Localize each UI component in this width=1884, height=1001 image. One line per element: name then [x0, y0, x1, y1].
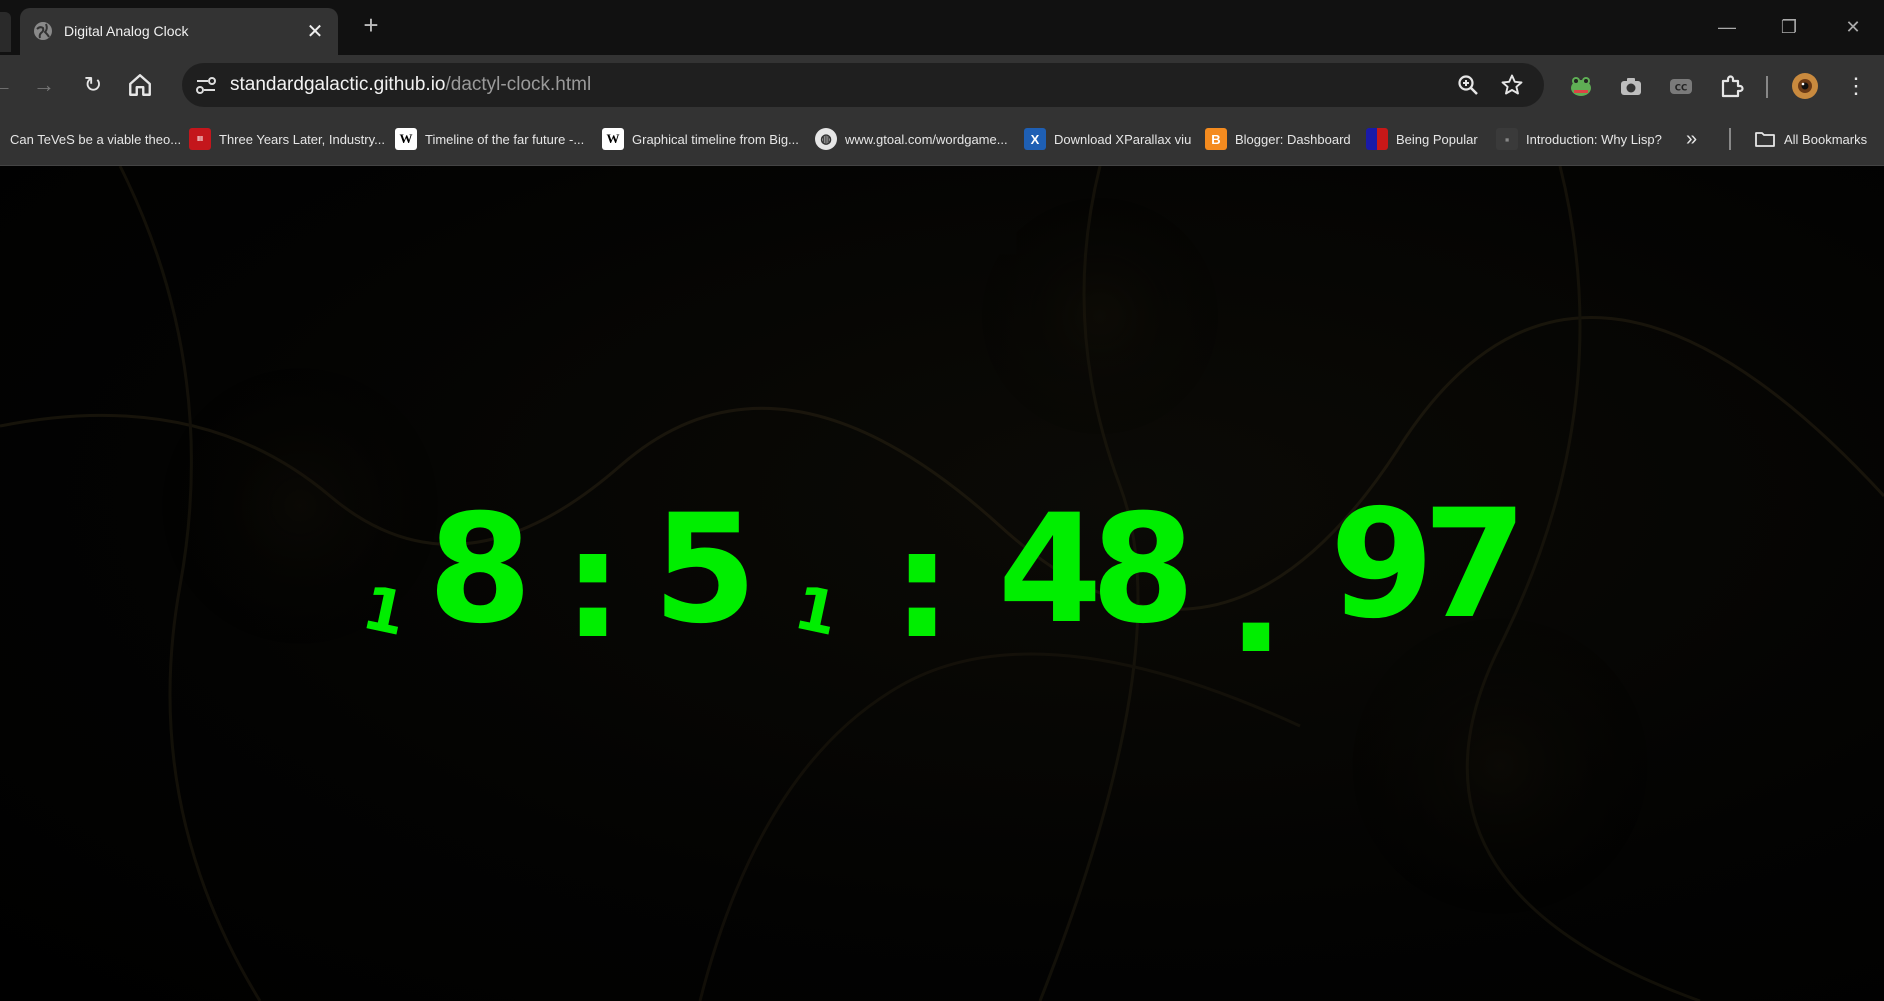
puzzle-extensions-icon[interactable] [1718, 73, 1744, 99]
all-bookmarks-label: All Bookmarks [1784, 131, 1868, 147]
clock-digit: 7 [1423, 478, 1527, 652]
blogger-icon: B [1205, 128, 1227, 150]
browser-chrome: Digital Analog Clock ✕ + — ❐ ✕ ← → ↻ sta… [0, 0, 1884, 166]
tab-title: Digital Analog Clock [64, 23, 189, 39]
toolbar: ← → ↻ standardgalactic.github.io/dactyl-… [0, 55, 1884, 113]
all-bookmarks-button[interactable]: All Bookmarks [1754, 127, 1867, 151]
folder-icon [1755, 132, 1775, 147]
lisp-icon: ▪ [1496, 128, 1518, 150]
bookmark-label: www.gtoal.com/wordgame... [845, 131, 1008, 147]
previous-tab-edge[interactable] [0, 12, 11, 52]
bookmarks-divider [1729, 128, 1731, 150]
cc-extension-icon[interactable]: CC [1668, 73, 1694, 99]
bookmark-item[interactable]: W Graphical timeline from Big... [602, 127, 799, 151]
chevron-double-right-icon[interactable]: » [1686, 127, 1697, 151]
url-text[interactable]: standardgalactic.github.io/dactyl-clock.… [230, 63, 591, 107]
bookmark-label: Being Popular [1396, 131, 1478, 147]
clock-digit: 8 [1091, 483, 1195, 657]
tab-strip: Digital Analog Clock ✕ + — ❐ ✕ [0, 0, 1884, 55]
url-host: standardgalactic.github.io [230, 74, 446, 95]
clock-time: 1 8:5 1:48. 97 [356, 478, 1527, 687]
back-arrow-icon[interactable]: ← [0, 69, 18, 101]
close-icon[interactable]: ✕ [302, 19, 328, 45]
svg-text:CC: CC [1675, 84, 1687, 94]
address-bar[interactable]: standardgalactic.github.io/dactyl-clock.… [182, 63, 1544, 107]
bookmark-label: Download XParallax viu [1054, 131, 1192, 147]
clock-decimal-point: . [1228, 513, 1285, 687]
restore-icon[interactable]: ❐ [1766, 10, 1812, 44]
clock-digit: 8 [428, 483, 532, 657]
site-info-icon[interactable] [194, 73, 218, 97]
bookmark-label: Introduction: Why Lisp? [1526, 131, 1662, 147]
bookmark-item[interactable]: X Download XParallax viu [1024, 127, 1191, 151]
window-close-icon[interactable]: ✕ [1830, 10, 1876, 44]
bookmarks-bar: Can TeVeS be a viable theo... III Three … [0, 113, 1884, 166]
plus-icon[interactable]: + [356, 11, 386, 41]
forward-arrow-icon[interactable]: → [28, 69, 60, 101]
clock-digit: 1 [788, 573, 843, 650]
page-content: 18:51:48.97 [0, 166, 1884, 1001]
wikipedia-icon: W [395, 128, 417, 150]
bookmark-item[interactable]: ▪ Introduction: Why Lisp? [1496, 127, 1662, 151]
bookmark-item[interactable]: ◍ www.gtoal.com/wordgame... [815, 127, 1008, 151]
camera-extension-icon[interactable] [1618, 73, 1644, 99]
zoom-icon[interactable] [1456, 73, 1480, 97]
globe-icon: ◍ [815, 128, 837, 150]
clock-digit: 5 [653, 483, 757, 657]
bookmark-label: Can TeVeS be a viable theo... [10, 131, 182, 147]
clock-digit: 4 [998, 483, 1102, 657]
bookmark-label: Three Years Later, Industry... [219, 131, 385, 147]
home-icon[interactable] [127, 72, 153, 98]
frog-extension-icon[interactable] [1568, 73, 1594, 99]
bookmark-label: Blogger: Dashboard [1235, 131, 1351, 147]
bookmark-label: Graphical timeline from Big... [632, 131, 799, 147]
globe-icon [34, 22, 52, 40]
paulgraham-icon [1366, 128, 1388, 150]
bookmark-item[interactable]: III Three Years Later, Industry... [189, 127, 385, 151]
minimize-icon[interactable]: — [1704, 10, 1750, 44]
clock-colon: : [563, 498, 623, 672]
toolbar-divider [1766, 76, 1768, 98]
wikipedia-icon: W [602, 128, 624, 150]
reload-icon[interactable]: ↻ [77, 69, 109, 101]
bookmark-label: Timeline of the far future -... [425, 131, 585, 147]
active-tab[interactable]: Digital Analog Clock ✕ [20, 8, 338, 55]
star-icon[interactable] [1500, 73, 1524, 97]
url-path: /dactyl-clock.html [445, 74, 592, 95]
clock-display: 1 8:5 1:48. 97 [0, 166, 1884, 1001]
bookmark-item[interactable]: W Timeline of the far future -... [395, 127, 584, 151]
red-site-icon: III [189, 128, 211, 150]
clock-digit: 9 [1330, 478, 1434, 652]
profile-avatar[interactable] [1791, 72, 1819, 100]
xparallax-icon: X [1024, 128, 1046, 150]
bookmark-item[interactable]: Being Popular [1366, 127, 1478, 151]
clock-colon: : [892, 498, 952, 672]
bookmark-item[interactable]: B Blogger: Dashboard [1205, 127, 1351, 151]
bookmark-item[interactable]: Can TeVeS be a viable theo... [10, 127, 181, 151]
kebab-menu-icon[interactable]: ⋮ [1840, 70, 1872, 102]
